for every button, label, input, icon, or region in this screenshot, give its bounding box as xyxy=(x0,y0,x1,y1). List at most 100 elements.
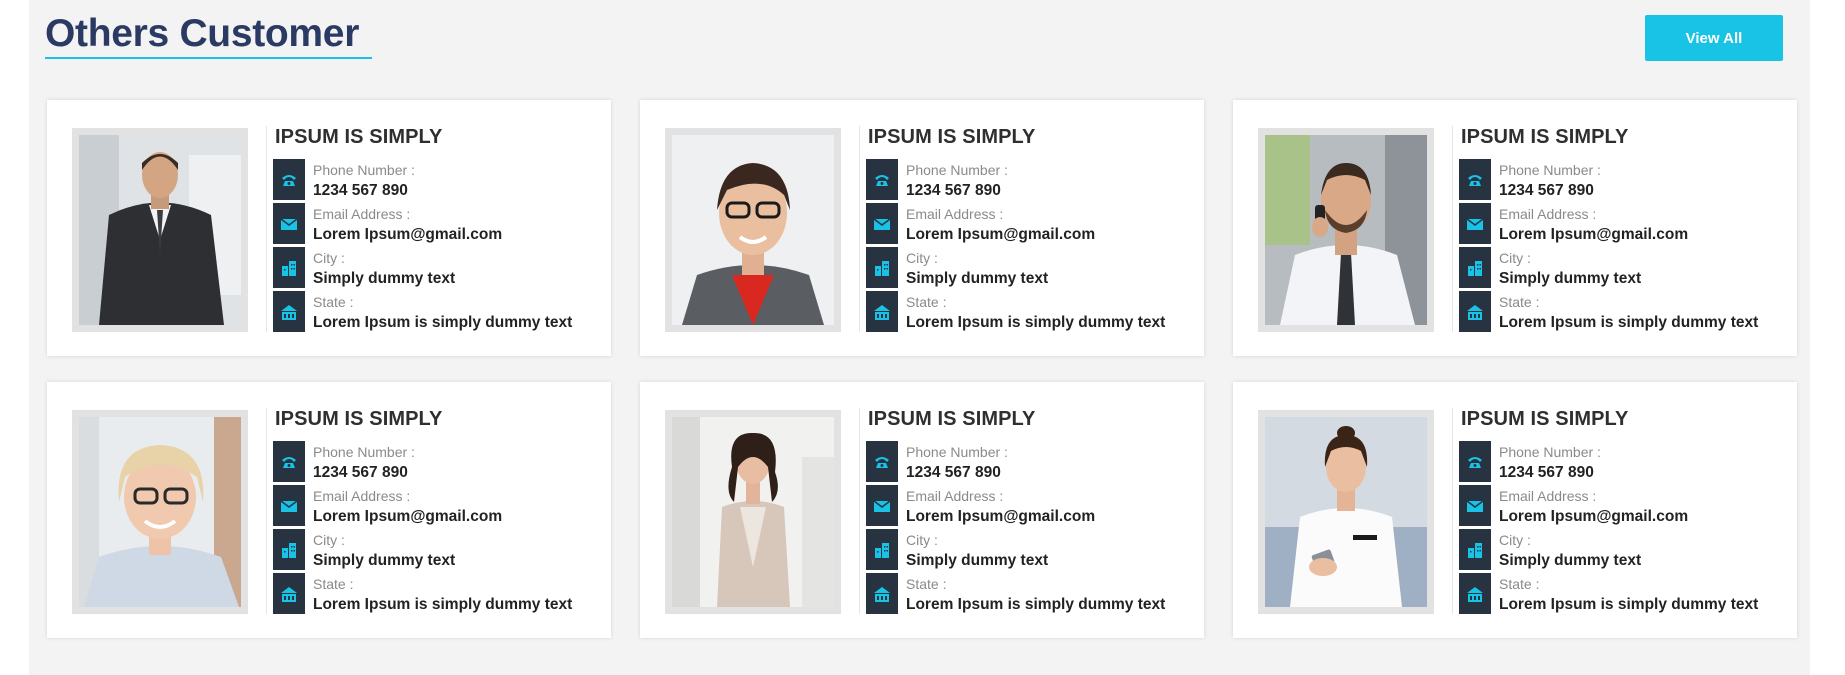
email-value[interactable]: Lorem Ipsum@gmail.com xyxy=(906,508,1095,526)
phone-label: Phone Number : xyxy=(313,444,415,460)
email-label: Email Address : xyxy=(906,206,1004,222)
state-label: State : xyxy=(1499,576,1540,592)
customer-photo xyxy=(1265,135,1427,325)
city-building-icon xyxy=(1459,529,1491,570)
card-divider xyxy=(266,408,267,614)
state-label: State : xyxy=(1499,294,1540,310)
city-label: City : xyxy=(1499,532,1531,548)
card-divider xyxy=(1452,408,1453,614)
state-value: Lorem Ipsum is simply dummy text xyxy=(906,596,1166,613)
state-value: Lorem Ipsum is simply dummy text xyxy=(1499,314,1759,331)
envelope-icon xyxy=(866,203,898,244)
email-value[interactable]: Lorem Ipsum@gmail.com xyxy=(1499,226,1688,244)
state-building-icon xyxy=(866,291,898,332)
city-building-icon xyxy=(273,529,305,570)
customer-card[interactable]: IPSUM IS SIMPLY Phone Number : 1234 567 … xyxy=(640,100,1204,356)
city-label: City : xyxy=(1499,250,1531,266)
phone-icon xyxy=(1459,441,1491,482)
customer-photo-frame xyxy=(72,410,248,614)
phone-label: Phone Number : xyxy=(1499,444,1601,460)
state-label: State : xyxy=(906,294,947,310)
city-value: Simply dummy text xyxy=(313,270,456,287)
email-label: Email Address : xyxy=(906,488,1004,504)
phone-value: 1234 567 890 xyxy=(313,464,408,481)
customer-photo-frame xyxy=(72,128,248,332)
customer-photo xyxy=(672,135,834,325)
email-label: Email Address : xyxy=(1499,488,1597,504)
envelope-icon xyxy=(273,485,305,526)
customer-name: IPSUM IS SIMPLY xyxy=(868,126,1036,148)
customer-card[interactable]: IPSUM IS SIMPLY Phone Number : 1234 567 … xyxy=(1233,382,1797,638)
customer-photo-frame xyxy=(1258,128,1434,332)
title-underline xyxy=(45,57,372,59)
envelope-icon xyxy=(273,203,305,244)
phone-label: Phone Number : xyxy=(906,444,1008,460)
customer-photo xyxy=(672,417,834,607)
phone-icon xyxy=(273,441,305,482)
city-value: Simply dummy text xyxy=(906,552,1049,569)
card-divider xyxy=(859,126,860,332)
state-building-icon xyxy=(273,573,305,614)
city-label: City : xyxy=(906,532,938,548)
customer-grid: IPSUM IS SIMPLY Phone Number : 1234 567 … xyxy=(47,100,1797,638)
phone-label: Phone Number : xyxy=(313,162,415,178)
customer-card[interactable]: IPSUM IS SIMPLY Phone Number : 1234 567 … xyxy=(47,100,611,356)
city-value: Simply dummy text xyxy=(313,552,456,569)
city-label: City : xyxy=(906,250,938,266)
customer-name: IPSUM IS SIMPLY xyxy=(1461,408,1629,430)
city-building-icon xyxy=(273,247,305,288)
phone-value: 1234 567 890 xyxy=(1499,182,1594,199)
card-divider xyxy=(859,408,860,614)
phone-value: 1234 567 890 xyxy=(313,182,408,199)
phone-value: 1234 567 890 xyxy=(906,182,1001,199)
city-building-icon xyxy=(866,529,898,570)
city-value: Simply dummy text xyxy=(1499,270,1642,287)
city-label: City : xyxy=(313,250,345,266)
customer-photo xyxy=(1265,417,1427,607)
email-label: Email Address : xyxy=(313,488,411,504)
state-label: State : xyxy=(313,576,354,592)
customer-photo-frame xyxy=(665,410,841,614)
email-label: Email Address : xyxy=(313,206,411,222)
customer-card[interactable]: IPSUM IS SIMPLY Phone Number : 1234 567 … xyxy=(47,382,611,638)
customer-photo-frame xyxy=(1258,410,1434,614)
customer-name: IPSUM IS SIMPLY xyxy=(275,408,443,430)
state-building-icon xyxy=(866,573,898,614)
customer-name: IPSUM IS SIMPLY xyxy=(1461,126,1629,148)
email-value[interactable]: Lorem Ipsum@gmail.com xyxy=(313,508,502,526)
customer-card[interactable]: IPSUM IS SIMPLY Phone Number : 1234 567 … xyxy=(640,382,1204,638)
city-value: Simply dummy text xyxy=(906,270,1049,287)
customer-photo-frame xyxy=(665,128,841,332)
state-building-icon xyxy=(273,291,305,332)
email-value[interactable]: Lorem Ipsum@gmail.com xyxy=(906,226,1095,244)
phone-value: 1234 567 890 xyxy=(1499,464,1594,481)
state-label: State : xyxy=(906,576,947,592)
section-title: Others Customer xyxy=(45,12,360,55)
email-label: Email Address : xyxy=(1499,206,1597,222)
customer-name: IPSUM IS SIMPLY xyxy=(275,126,443,148)
phone-icon xyxy=(866,159,898,200)
email-value[interactable]: Lorem Ipsum@gmail.com xyxy=(313,226,502,244)
phone-icon xyxy=(866,441,898,482)
card-divider xyxy=(266,126,267,332)
state-value: Lorem Ipsum is simply dummy text xyxy=(1499,596,1759,613)
customer-card[interactable]: IPSUM IS SIMPLY Phone Number : 1234 567 … xyxy=(1233,100,1797,356)
envelope-icon xyxy=(1459,485,1491,526)
others-customer-section: Others Customer View All IPSUM IS SIMPLY… xyxy=(29,0,1810,675)
envelope-icon xyxy=(866,485,898,526)
customer-photo xyxy=(79,417,241,607)
city-label: City : xyxy=(313,532,345,548)
phone-label: Phone Number : xyxy=(1499,162,1601,178)
city-building-icon xyxy=(866,247,898,288)
state-building-icon xyxy=(1459,291,1491,332)
city-value: Simply dummy text xyxy=(1499,552,1642,569)
state-label: State : xyxy=(313,294,354,310)
state-value: Lorem Ipsum is simply dummy text xyxy=(906,314,1166,331)
customer-name: IPSUM IS SIMPLY xyxy=(868,408,1036,430)
state-building-icon xyxy=(1459,573,1491,614)
view-all-button[interactable]: View All xyxy=(1645,15,1783,61)
phone-label: Phone Number : xyxy=(906,162,1008,178)
email-value[interactable]: Lorem Ipsum@gmail.com xyxy=(1499,508,1688,526)
phone-icon xyxy=(273,159,305,200)
state-value: Lorem Ipsum is simply dummy text xyxy=(313,596,573,613)
